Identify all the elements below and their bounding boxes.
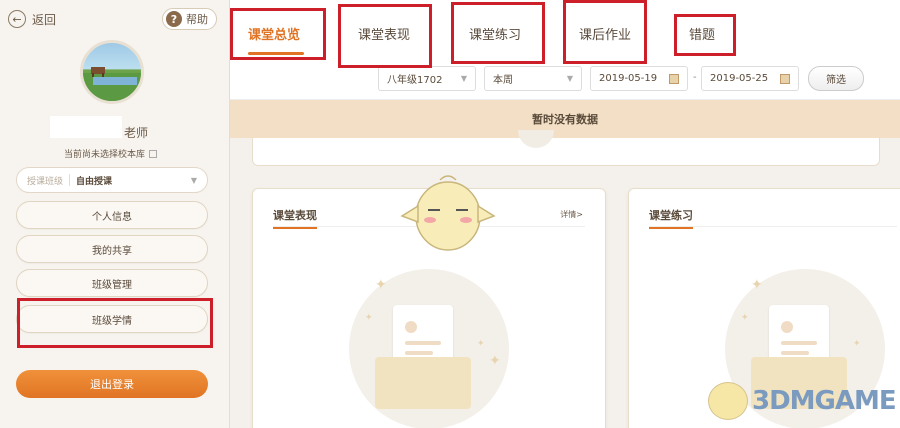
period-select-value: 本周 xyxy=(493,75,513,86)
highlight-box xyxy=(230,8,326,60)
no-data-banner: 暂时没有数据 xyxy=(230,100,900,138)
divider xyxy=(649,226,897,227)
grade-select[interactable]: 八年级1702 ▼ xyxy=(378,66,476,91)
folder-icon xyxy=(375,357,471,409)
watermark-text: 3DMGAME xyxy=(752,386,897,416)
overview-panel xyxy=(252,130,880,166)
avatar-image xyxy=(83,67,141,101)
end-date-input[interactable]: 2019-05-25 xyxy=(701,66,799,91)
sparkle-icon: ✦ xyxy=(853,339,861,349)
sparkle-icon: ✦ xyxy=(751,277,763,293)
sparkle-icon: ✦ xyxy=(375,277,387,293)
date-separator: - xyxy=(693,72,697,83)
teacher-name: 老师 xyxy=(124,126,149,140)
back-arrow-icon: ← xyxy=(8,10,26,28)
watermark-bird-icon xyxy=(708,382,748,420)
filter-button[interactable]: 筛选 xyxy=(808,66,864,91)
highlight-box xyxy=(17,298,213,348)
start-date-input[interactable]: 2019-05-19 xyxy=(590,66,688,91)
highlight-box xyxy=(451,2,545,64)
calendar-icon[interactable] xyxy=(669,73,679,84)
sparkle-icon: ✦ xyxy=(489,353,501,369)
logout-button[interactable]: 退出登录 xyxy=(16,370,208,398)
avatar[interactable] xyxy=(80,40,144,104)
sparkle-icon: ✦ xyxy=(477,339,485,349)
chevron-down-icon: ▼ xyxy=(190,175,197,185)
class-select-value: 自由授课 xyxy=(76,176,113,187)
end-date-value: 2019-05-25 xyxy=(710,73,769,84)
question-icon: ? xyxy=(166,11,182,27)
empty-arc xyxy=(518,130,554,148)
sparkle-icon: ✦ xyxy=(741,313,749,323)
calendar-icon[interactable] xyxy=(780,73,790,84)
filter-bar: 八年级1702 ▼ 本周 ▼ 2019-05-19 - 2019-05-25 筛… xyxy=(230,62,900,100)
help-button[interactable]: ? 帮助 xyxy=(162,8,217,30)
mascot-icon xyxy=(400,175,496,251)
class-select[interactable]: 授课班级 自由授课 ▼ xyxy=(16,167,208,193)
grade-select-value: 八年级1702 xyxy=(387,75,443,86)
edit-icon[interactable] xyxy=(149,149,158,158)
menu-class-management[interactable]: 班级管理 xyxy=(16,269,208,297)
watermark: 3DMGAME xyxy=(708,382,897,420)
start-date-value: 2019-05-19 xyxy=(599,73,658,84)
class-select-placeholder: 授课班级 xyxy=(27,176,64,187)
back-label: 返回 xyxy=(32,12,57,27)
divider xyxy=(69,174,71,186)
school-notice-text: 当前尚未选择校本库 xyxy=(64,150,146,160)
sparkle-icon: ✦ xyxy=(365,313,373,323)
menu-my-shares[interactable]: 我的共享 xyxy=(16,235,208,263)
period-select[interactable]: 本周 ▼ xyxy=(484,66,582,91)
menu-personal-info[interactable]: 个人信息 xyxy=(16,201,208,229)
chevron-down-icon: ▼ xyxy=(460,74,467,83)
back-button[interactable]: ← 返回 xyxy=(8,10,56,28)
highlight-box xyxy=(674,14,736,56)
school-notice: 当前尚未选择校本库 xyxy=(64,147,158,160)
highlight-box xyxy=(563,0,647,64)
chevron-down-icon: ▼ xyxy=(566,74,573,83)
details-link[interactable]: 详情> xyxy=(560,209,583,220)
name-redacted xyxy=(50,116,122,138)
sidebar: ← 返回 ? 帮助 老师 当前尚未选择校本库 授课班级 自由授课 ▼ 个人信息 … xyxy=(0,0,230,428)
highlight-box xyxy=(338,4,432,68)
help-label: 帮助 xyxy=(186,13,208,26)
